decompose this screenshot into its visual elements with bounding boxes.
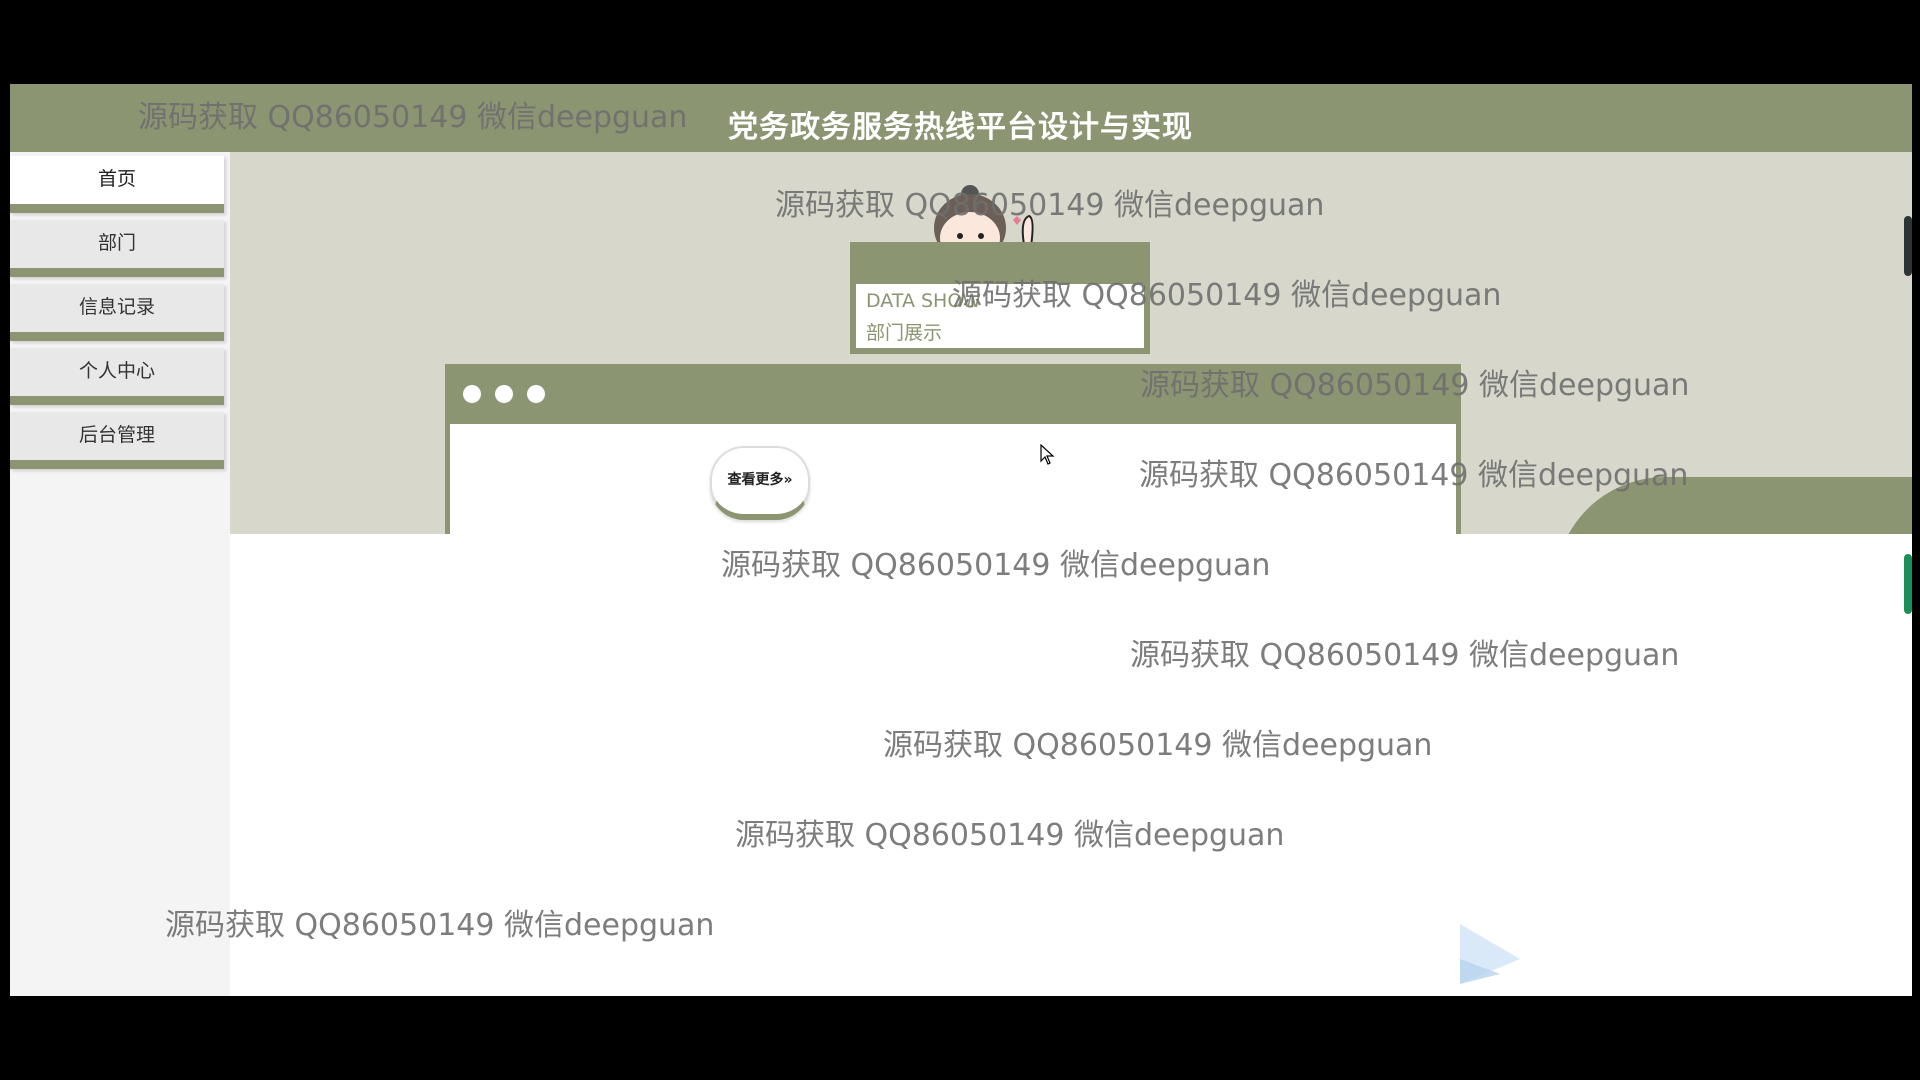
mouse-cursor-icon <box>1040 444 1055 465</box>
sidebar: 首页 部门 信息记录 个人中心 后台管理 <box>10 152 230 996</box>
section-title-cn: 部门展示 <box>866 322 943 344</box>
sidebar-item-admin[interactable]: 后台管理 <box>10 412 224 469</box>
window-dot-icon <box>495 385 513 403</box>
sidebar-item-personal-center[interactable]: 个人中心 <box>10 348 224 405</box>
section-title-card: DATA SHOW 部门展示 <box>850 242 1150 354</box>
corner-logo-icon <box>1460 924 1520 984</box>
site-title: 党务政务服务热线平台设计与实现 <box>728 110 1193 145</box>
watermark-text: 源码获取 QQ86050149 微信deepguan <box>721 548 1271 583</box>
scroll-indicator[interactable] <box>1904 554 1912 614</box>
top-header: 党务政务服务热线平台设计与实现 <box>10 84 1912 152</box>
window-dot-icon <box>527 385 545 403</box>
watermark-text: 源码获取 QQ86050149 微信deepguan <box>883 728 1433 763</box>
hero-section: DATA SHOW 部门展示 <box>230 152 1912 534</box>
app-window: 党务政务服务热线平台设计与实现 首页 部门 信息记录 个人中心 后台管理 DAT… <box>10 84 1912 996</box>
sidebar-item-info-records[interactable]: 信息记录 <box>10 284 224 341</box>
watermark-text: 源码获取 QQ86050149 微信deepguan <box>165 908 715 943</box>
browser-window-card <box>445 364 1461 534</box>
scroll-indicator[interactable] <box>1904 216 1912 276</box>
section-title-en: DATA SHOW <box>866 290 982 312</box>
window-dot-icon <box>463 385 481 403</box>
watermark-text: 源码获取 QQ86050149 微信deepguan <box>1130 638 1680 673</box>
sidebar-item-department[interactable]: 部门 <box>10 220 224 277</box>
watermark-text: 源码获取 QQ86050149 微信deepguan <box>735 818 1285 853</box>
decorative-curve <box>1555 477 1912 534</box>
card-body <box>450 424 1456 534</box>
view-more-button[interactable]: 查看更多» <box>710 446 810 520</box>
sidebar-item-home[interactable]: 首页 <box>10 156 224 213</box>
